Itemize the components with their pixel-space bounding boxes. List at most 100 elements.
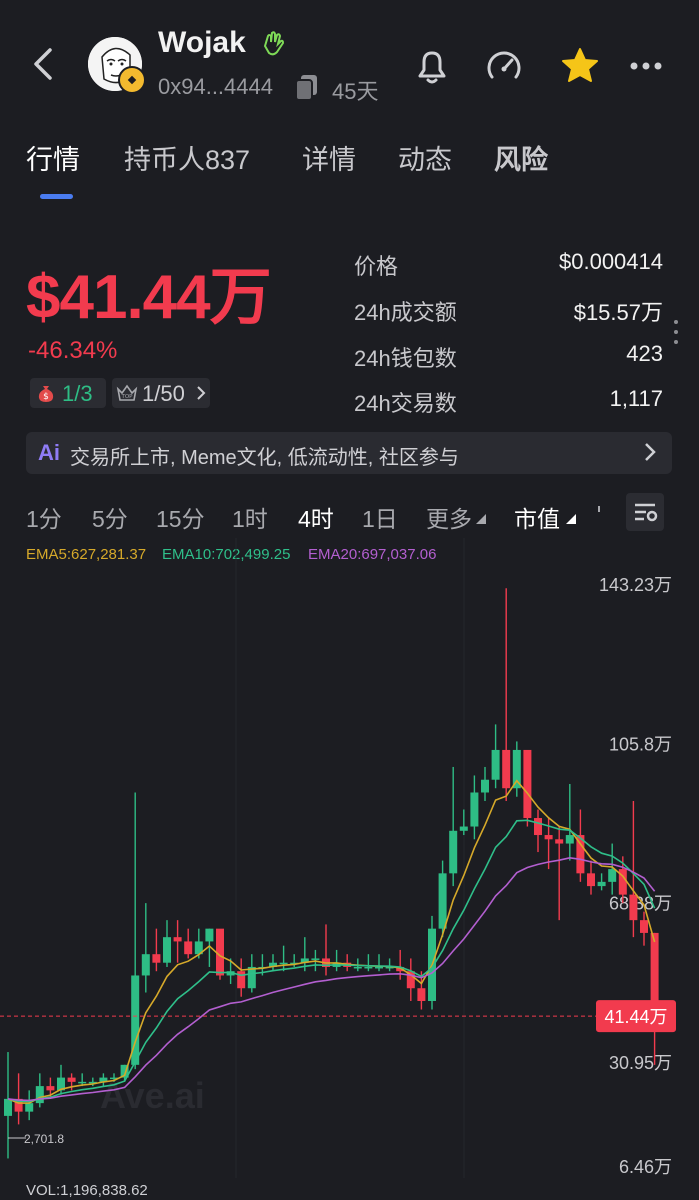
y-axis-tick-label: 68.38万 [609, 894, 672, 914]
stat-label-wallets: 24h钱包数 [354, 346, 457, 371]
candle-body [608, 869, 617, 882]
candle-body [216, 928, 224, 976]
copy-icon[interactable] [292, 72, 322, 102]
vertical-dots-icon[interactable] [672, 318, 680, 346]
top-holders-ratio: 1/50 [142, 381, 185, 406]
tab-risk[interactable]: 风险 [494, 138, 548, 177]
candle-body [78, 1081, 87, 1084]
token-name: Wojak [158, 26, 246, 59]
tab-market[interactable]: 行情 [26, 138, 80, 177]
interval-1m[interactable]: 1分 [26, 500, 62, 534]
bell-icon[interactable] [410, 44, 454, 88]
favorite-star-icon[interactable] [558, 44, 602, 88]
settings-sliders-icon [635, 503, 658, 522]
candle-body [205, 928, 214, 942]
interval-1h[interactable]: 1时 [232, 500, 268, 534]
ai-logo-icon: Ai [38, 440, 60, 465]
stat-value-wallets: 423 [626, 341, 663, 366]
candle-body [152, 954, 161, 963]
candle-body [544, 835, 553, 840]
candle-body [502, 749, 511, 789]
money-bag-icon: $ [38, 386, 54, 402]
active-tab-indicator [40, 194, 73, 199]
dropdown-triangle-icon [476, 514, 486, 524]
svg-text:TOP: TOP [120, 394, 133, 400]
dropdown-triangle-icon [566, 514, 576, 524]
candle-body [449, 830, 458, 874]
scroll-hint [598, 506, 600, 512]
candle-body [163, 937, 171, 963]
candle-body [597, 881, 606, 887]
candle-body [375, 966, 383, 969]
candle-body [35, 1086, 44, 1104]
chart-mode-marketcap[interactable]: 市值 [514, 500, 560, 534]
candle-body [417, 988, 426, 1001]
price-change: -46.34% [28, 337, 118, 364]
candle-body [25, 1103, 34, 1112]
chevron-right-icon [197, 386, 206, 400]
candle-body [141, 954, 150, 976]
svg-text:$: $ [43, 392, 49, 402]
candle-body [512, 749, 521, 789]
top-crown-icon: TOP [116, 384, 138, 401]
candle-body [46, 1086, 55, 1091]
interval-15m[interactable]: 15分 [156, 500, 205, 534]
candle-body [459, 826, 468, 831]
tab-details[interactable]: 详情 [302, 138, 356, 177]
candle-body [173, 937, 182, 942]
chevron-right-icon [645, 443, 656, 461]
stat-label-volume: 24h成交额 [354, 300, 457, 325]
tab-holders[interactable]: 持币人837 [124, 138, 250, 177]
interval-1d[interactable]: 1日 [362, 500, 398, 534]
candle-body [481, 779, 489, 793]
speedometer-icon[interactable] [482, 44, 526, 88]
candle-body [555, 839, 564, 844]
ema10-line [7, 819, 656, 1103]
back-arrow-icon[interactable] [28, 42, 58, 86]
verified-hand-icon [263, 31, 285, 56]
min-value-label: 2,701.8 [24, 1132, 64, 1146]
interval-4h[interactable]: 4时 [298, 500, 334, 534]
candle-body [247, 966, 256, 989]
stat-value-price: $0.000414 [559, 249, 663, 274]
watermark-text: Ave.ai [100, 1075, 205, 1116]
candle-body [184, 941, 193, 955]
interval-more[interactable]: 更多 [426, 500, 472, 534]
candle-body [587, 873, 595, 887]
bnb-chain-badge-icon [118, 66, 146, 94]
volume-label: VOL:1,196,838.62 [26, 1182, 148, 1199]
ema20-line [7, 856, 656, 1102]
candlestick-chart[interactable]: Ave.ai143.23万105.8万68.38万30.95万6.46万142.… [0, 538, 699, 1178]
candle-body [491, 749, 500, 780]
candle-body [438, 873, 447, 929]
top-holders-badge[interactable]: TOP 1/50 [112, 378, 210, 408]
stat-label-price: 价格 [354, 254, 399, 279]
candle-body [353, 966, 362, 969]
chart-settings-button[interactable] [626, 493, 664, 531]
candle-body [279, 962, 288, 965]
more-options-icon[interactable] [624, 44, 668, 88]
current-price-label: 41.44万 [604, 1007, 667, 1027]
stat-value-txns: 1,117 [609, 386, 663, 411]
token-age: 45天 [332, 79, 379, 104]
candle-body [565, 835, 574, 844]
candle-body [470, 792, 479, 827]
candle-body [311, 958, 320, 960]
interval-5m[interactable]: 5分 [92, 500, 128, 534]
insider-ratio: 1/3 [62, 381, 93, 406]
candle-body [364, 966, 373, 969]
tab-activity[interactable]: 动态 [398, 138, 452, 177]
candle-body [4, 1098, 12, 1116]
ai-summary-bar[interactable]: Ai 交易所上市, Meme文化, 低流动性, 社区参与 [26, 432, 672, 474]
candle-body [640, 920, 648, 933]
market-cap-value: $41.44万 [26, 263, 272, 332]
stat-value-volume: $15.57万 [573, 300, 663, 325]
y-axis-tick-label: 105.8万 [609, 734, 672, 754]
candle-body [629, 894, 638, 921]
insider-badge[interactable]: $ 1/3 [30, 378, 106, 408]
candle-body [523, 749, 532, 819]
y-axis-tick-label: 30.95万 [609, 1053, 672, 1073]
contract-address[interactable]: 0x94...4444 [158, 74, 273, 100]
stat-label-txns: 24h交易数 [354, 391, 457, 416]
candle-body [67, 1077, 76, 1082]
